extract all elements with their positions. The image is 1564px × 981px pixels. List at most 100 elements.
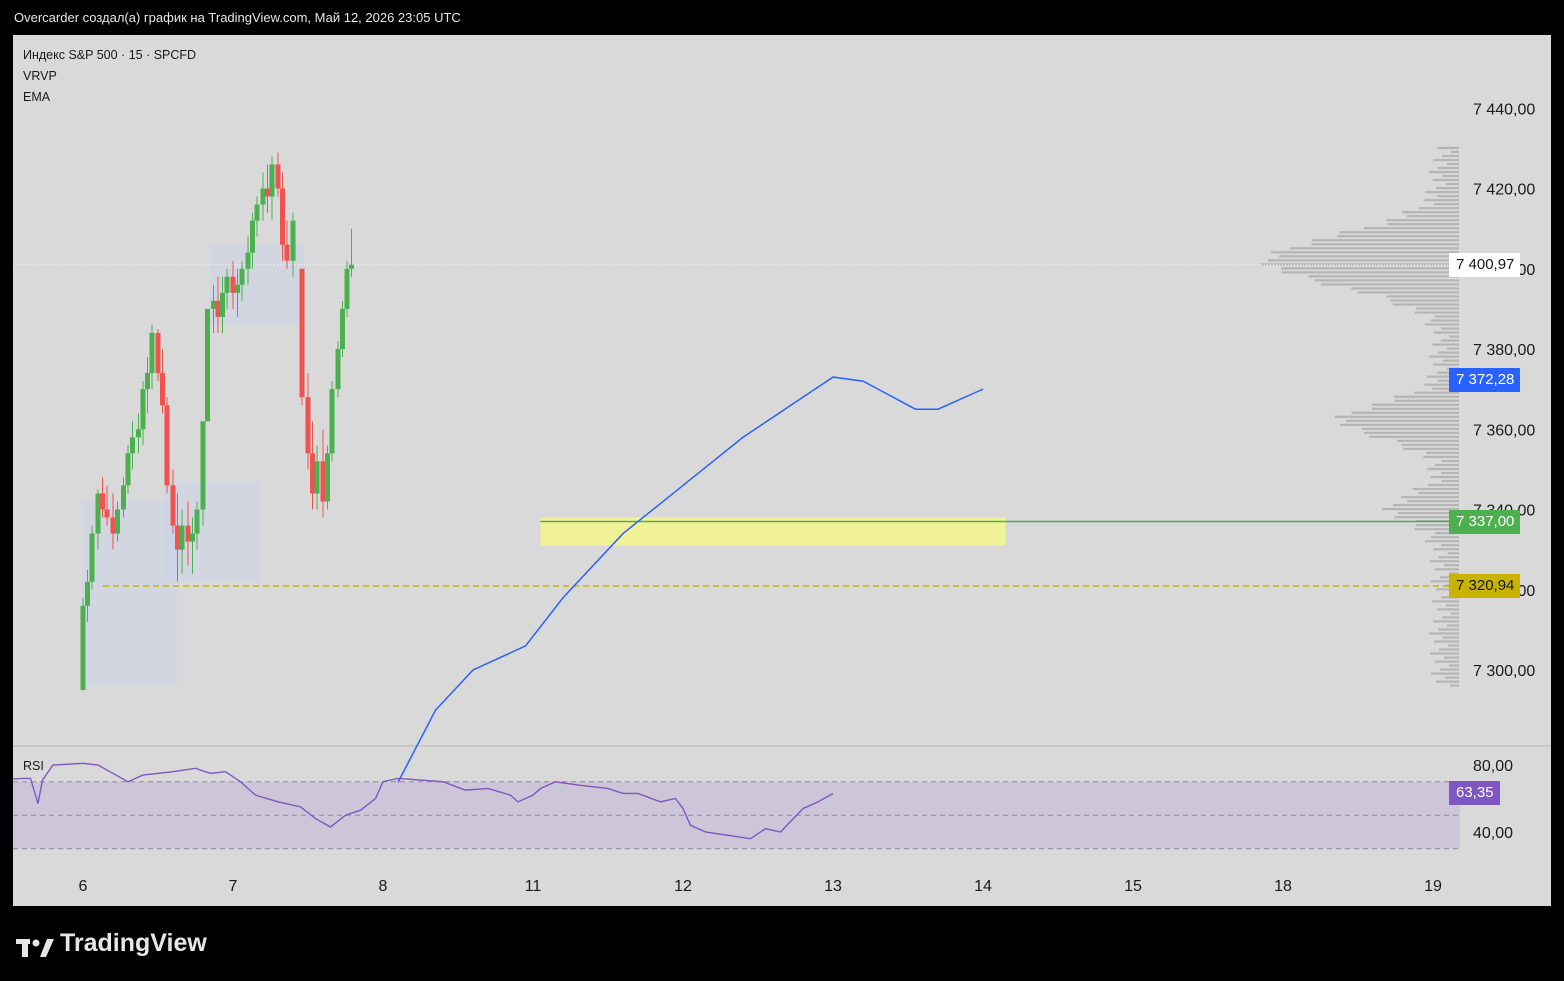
price-chart-svg[interactable]: 7 300,007 320,007 340,007 360,007 380,00… <box>13 35 1551 906</box>
candle-body[interactable] <box>220 292 225 317</box>
candle-body[interactable] <box>140 389 146 430</box>
volume-profile-bar <box>1351 411 1459 414</box>
candle-body[interactable] <box>170 485 176 526</box>
candle-body[interactable] <box>155 332 161 374</box>
volume-profile-bar <box>1449 664 1459 667</box>
candle-body[interactable] <box>149 332 155 374</box>
candle-body[interactable] <box>314 461 320 494</box>
candle-body[interactable] <box>110 517 116 534</box>
candle-body[interactable] <box>104 509 110 518</box>
volume-profile-bar <box>1433 363 1459 366</box>
candle-body[interactable] <box>95 493 101 534</box>
candle-body[interactable] <box>329 389 335 454</box>
candle-body[interactable] <box>284 244 290 261</box>
candle-body[interactable] <box>340 308 345 349</box>
volume-profile-bar <box>1441 154 1459 158</box>
candle-body[interactable] <box>254 204 260 221</box>
legend-ema[interactable]: EMA <box>23 87 196 108</box>
volume-profile-bar <box>1447 624 1459 627</box>
candle-body[interactable] <box>224 276 230 293</box>
yellow-level-badge: 7 320,94 <box>1449 573 1521 598</box>
chart-frame[interactable]: 7 300,007 320,007 340,007 360,007 380,00… <box>13 35 1551 906</box>
x-tick-label: 15 <box>1124 878 1142 895</box>
ema-line[interactable] <box>397 376 984 783</box>
volume-profile-bar <box>1432 158 1459 162</box>
candle-body[interactable] <box>160 373 165 406</box>
candle-body[interactable] <box>250 220 255 253</box>
candle-body[interactable] <box>325 453 330 502</box>
volume-profile-bar <box>1414 311 1459 314</box>
last-price-badge: 7 400,97 <box>1449 252 1521 277</box>
candle-body[interactable] <box>265 188 270 197</box>
candle-body[interactable] <box>305 397 311 454</box>
chart-attribution: Overcarder создал(а) график на TradingVi… <box>14 10 461 25</box>
candle-body[interactable] <box>215 300 221 317</box>
volume-profile-bar <box>1390 299 1459 302</box>
volume-profile-bar <box>1438 628 1459 631</box>
candle-body[interactable] <box>85 581 90 606</box>
candle-body[interactable] <box>145 373 150 390</box>
volume-profile-bar <box>1433 203 1459 206</box>
candle-body[interactable] <box>121 485 126 510</box>
candle-body[interactable] <box>344 268 350 309</box>
volume-profile-bar <box>1430 652 1459 655</box>
candle-body[interactable] <box>275 164 281 189</box>
candle-body[interactable] <box>200 421 206 510</box>
candle-body[interactable] <box>320 461 326 502</box>
candle-body[interactable] <box>136 429 141 438</box>
volume-profile-bar <box>1429 560 1459 563</box>
volume-profile-bar <box>1279 255 1459 258</box>
volume-profile-bar <box>1441 459 1459 463</box>
volume-profile-bar <box>1386 219 1459 222</box>
y-tick-label: 7 300,00 <box>1473 663 1535 680</box>
candle-body[interactable] <box>239 268 245 285</box>
legend-symbol[interactable]: Индекс S&P 500 · 15 · SPCFD <box>23 45 196 66</box>
volume-profile-bar <box>1387 223 1459 226</box>
candle-body[interactable] <box>269 164 275 197</box>
candle-body[interactable] <box>245 252 251 269</box>
candle-body[interactable] <box>280 188 285 245</box>
volume-profile-bar <box>1312 239 1459 242</box>
legend-vrvp[interactable]: VRVP <box>23 66 196 87</box>
volume-profile-bar <box>1445 676 1459 679</box>
candle-body[interactable] <box>179 525 185 550</box>
volume-profile-bar <box>1424 199 1459 202</box>
volume-profile-bar <box>1281 271 1459 274</box>
volume-profile-bar <box>1357 291 1459 294</box>
candle-body[interactable] <box>130 437 135 454</box>
candle-body[interactable] <box>185 525 191 542</box>
candle-body[interactable] <box>290 220 296 261</box>
tradingview-logo[interactable]: TradingView <box>16 929 207 958</box>
candle-body[interactable] <box>164 405 170 486</box>
y-tick-label: 7 440,00 <box>1473 101 1535 118</box>
candle-body[interactable] <box>335 349 341 390</box>
candle-body[interactable] <box>205 308 210 422</box>
volume-profile-bar <box>1444 656 1459 659</box>
candle-body[interactable] <box>260 188 266 205</box>
y-tick-label: 7 380,00 <box>1473 342 1535 359</box>
candle-body[interactable] <box>194 509 200 534</box>
candle-body[interactable] <box>125 453 131 486</box>
candle-body[interactable] <box>175 525 180 550</box>
candle-body[interactable] <box>190 533 195 542</box>
rsi-legend[interactable]: RSI <box>23 759 44 773</box>
candle-body[interactable] <box>235 284 240 293</box>
volume-profile-bar <box>1437 166 1459 170</box>
candle-body[interactable] <box>299 268 305 398</box>
volume-profile-bar <box>1432 600 1459 603</box>
volume-profile-bar <box>1424 323 1459 326</box>
volume-profile-bar <box>1433 620 1459 623</box>
candle-body[interactable] <box>310 453 315 494</box>
candle-body[interactable] <box>349 264 354 269</box>
candle-body[interactable] <box>230 276 236 293</box>
candle-body[interactable] <box>100 493 105 510</box>
volume-profile-bar <box>1448 644 1459 647</box>
candle-body[interactable] <box>211 300 216 309</box>
green-level-badge: 7 337,00 <box>1449 509 1521 534</box>
volume-profile-bar <box>1432 343 1459 346</box>
volume-profile-bar <box>1418 491 1459 495</box>
candle-body[interactable] <box>89 533 95 582</box>
volume-profile-bar <box>1368 435 1459 438</box>
candle-body[interactable] <box>80 605 86 691</box>
candle-body[interactable] <box>115 509 120 534</box>
